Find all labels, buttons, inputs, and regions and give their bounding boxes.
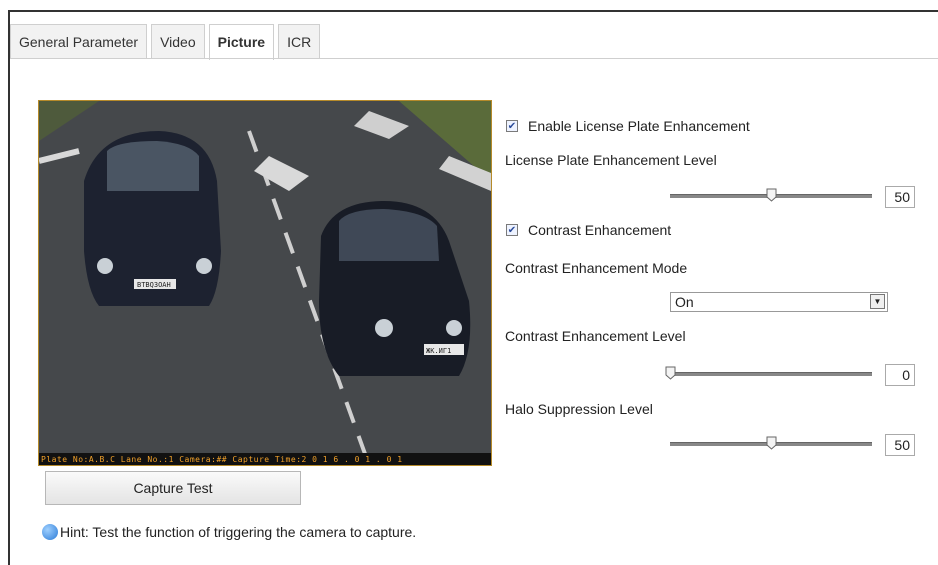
hint-text: Hint: Test the function of triggering th… (60, 524, 417, 540)
lpe-level-value[interactable]: 50 (885, 186, 915, 208)
contrast-enhancement-label: Contrast Enhancement (528, 222, 672, 238)
hint-row: Hint: Test the function of triggering th… (42, 524, 416, 540)
slider-thumb[interactable] (665, 366, 676, 380)
halo-level-value[interactable]: 50 (885, 434, 915, 456)
tab-picture[interactable]: Picture (208, 24, 275, 60)
contrast-enhancement-checkbox-row[interactable]: ✔ Contrast Enhancement (506, 222, 671, 238)
tab-bar: General Parameter Video Picture ICR (10, 24, 324, 60)
enable-lpe-checkbox[interactable]: ✔ (506, 120, 518, 132)
osd-overlay-text: Plate No:A.B.C Lane No.:1 Camera:## Capt… (41, 455, 403, 464)
slider-thumb[interactable] (766, 436, 777, 450)
tab-general-parameter[interactable]: General Parameter (10, 24, 148, 59)
svg-text:ЖК.ИГ1: ЖК.ИГ1 (426, 347, 451, 355)
contrast-mode-select[interactable]: On ▼ (670, 292, 888, 312)
capture-test-button[interactable]: Capture Test (45, 471, 301, 505)
capture-preview-image: BTBQ3OAH ЖК.ИГ1 Plate No:A.B.C Lane No.:… (38, 100, 492, 466)
slider-thumb[interactable] (766, 188, 777, 202)
info-icon (42, 524, 58, 540)
contrast-level-label: Contrast Enhancement Level (505, 328, 686, 344)
lpe-level-label: License Plate Enhancement Level (505, 152, 717, 168)
dropdown-arrow-icon[interactable]: ▼ (870, 294, 885, 309)
road-scene-illustration: BTBQ3OAH ЖК.ИГ1 (39, 101, 491, 465)
contrast-enhancement-checkbox[interactable]: ✔ (506, 224, 518, 236)
contrast-level-slider[interactable] (665, 366, 872, 380)
contrast-level-value[interactable]: 0 (885, 364, 915, 386)
halo-level-label: Halo Suppression Level (505, 401, 653, 417)
tab-video[interactable]: Video (151, 24, 205, 59)
car-left: BTBQ3OAH (84, 131, 221, 306)
svg-text:BTBQ3OAH: BTBQ3OAH (137, 281, 171, 289)
tab-icr[interactable]: ICR (278, 24, 321, 59)
contrast-mode-value: On (675, 294, 694, 310)
slider-track (670, 372, 872, 376)
lpe-level-slider[interactable] (670, 188, 872, 202)
tab-divider (10, 58, 938, 59)
halo-level-slider[interactable] (670, 436, 872, 450)
enable-lpe-label: Enable License Plate Enhancement (528, 118, 750, 134)
contrast-mode-label: Contrast Enhancement Mode (505, 260, 688, 276)
enable-lpe-checkbox-row[interactable]: ✔ Enable License Plate Enhancement (506, 118, 750, 134)
